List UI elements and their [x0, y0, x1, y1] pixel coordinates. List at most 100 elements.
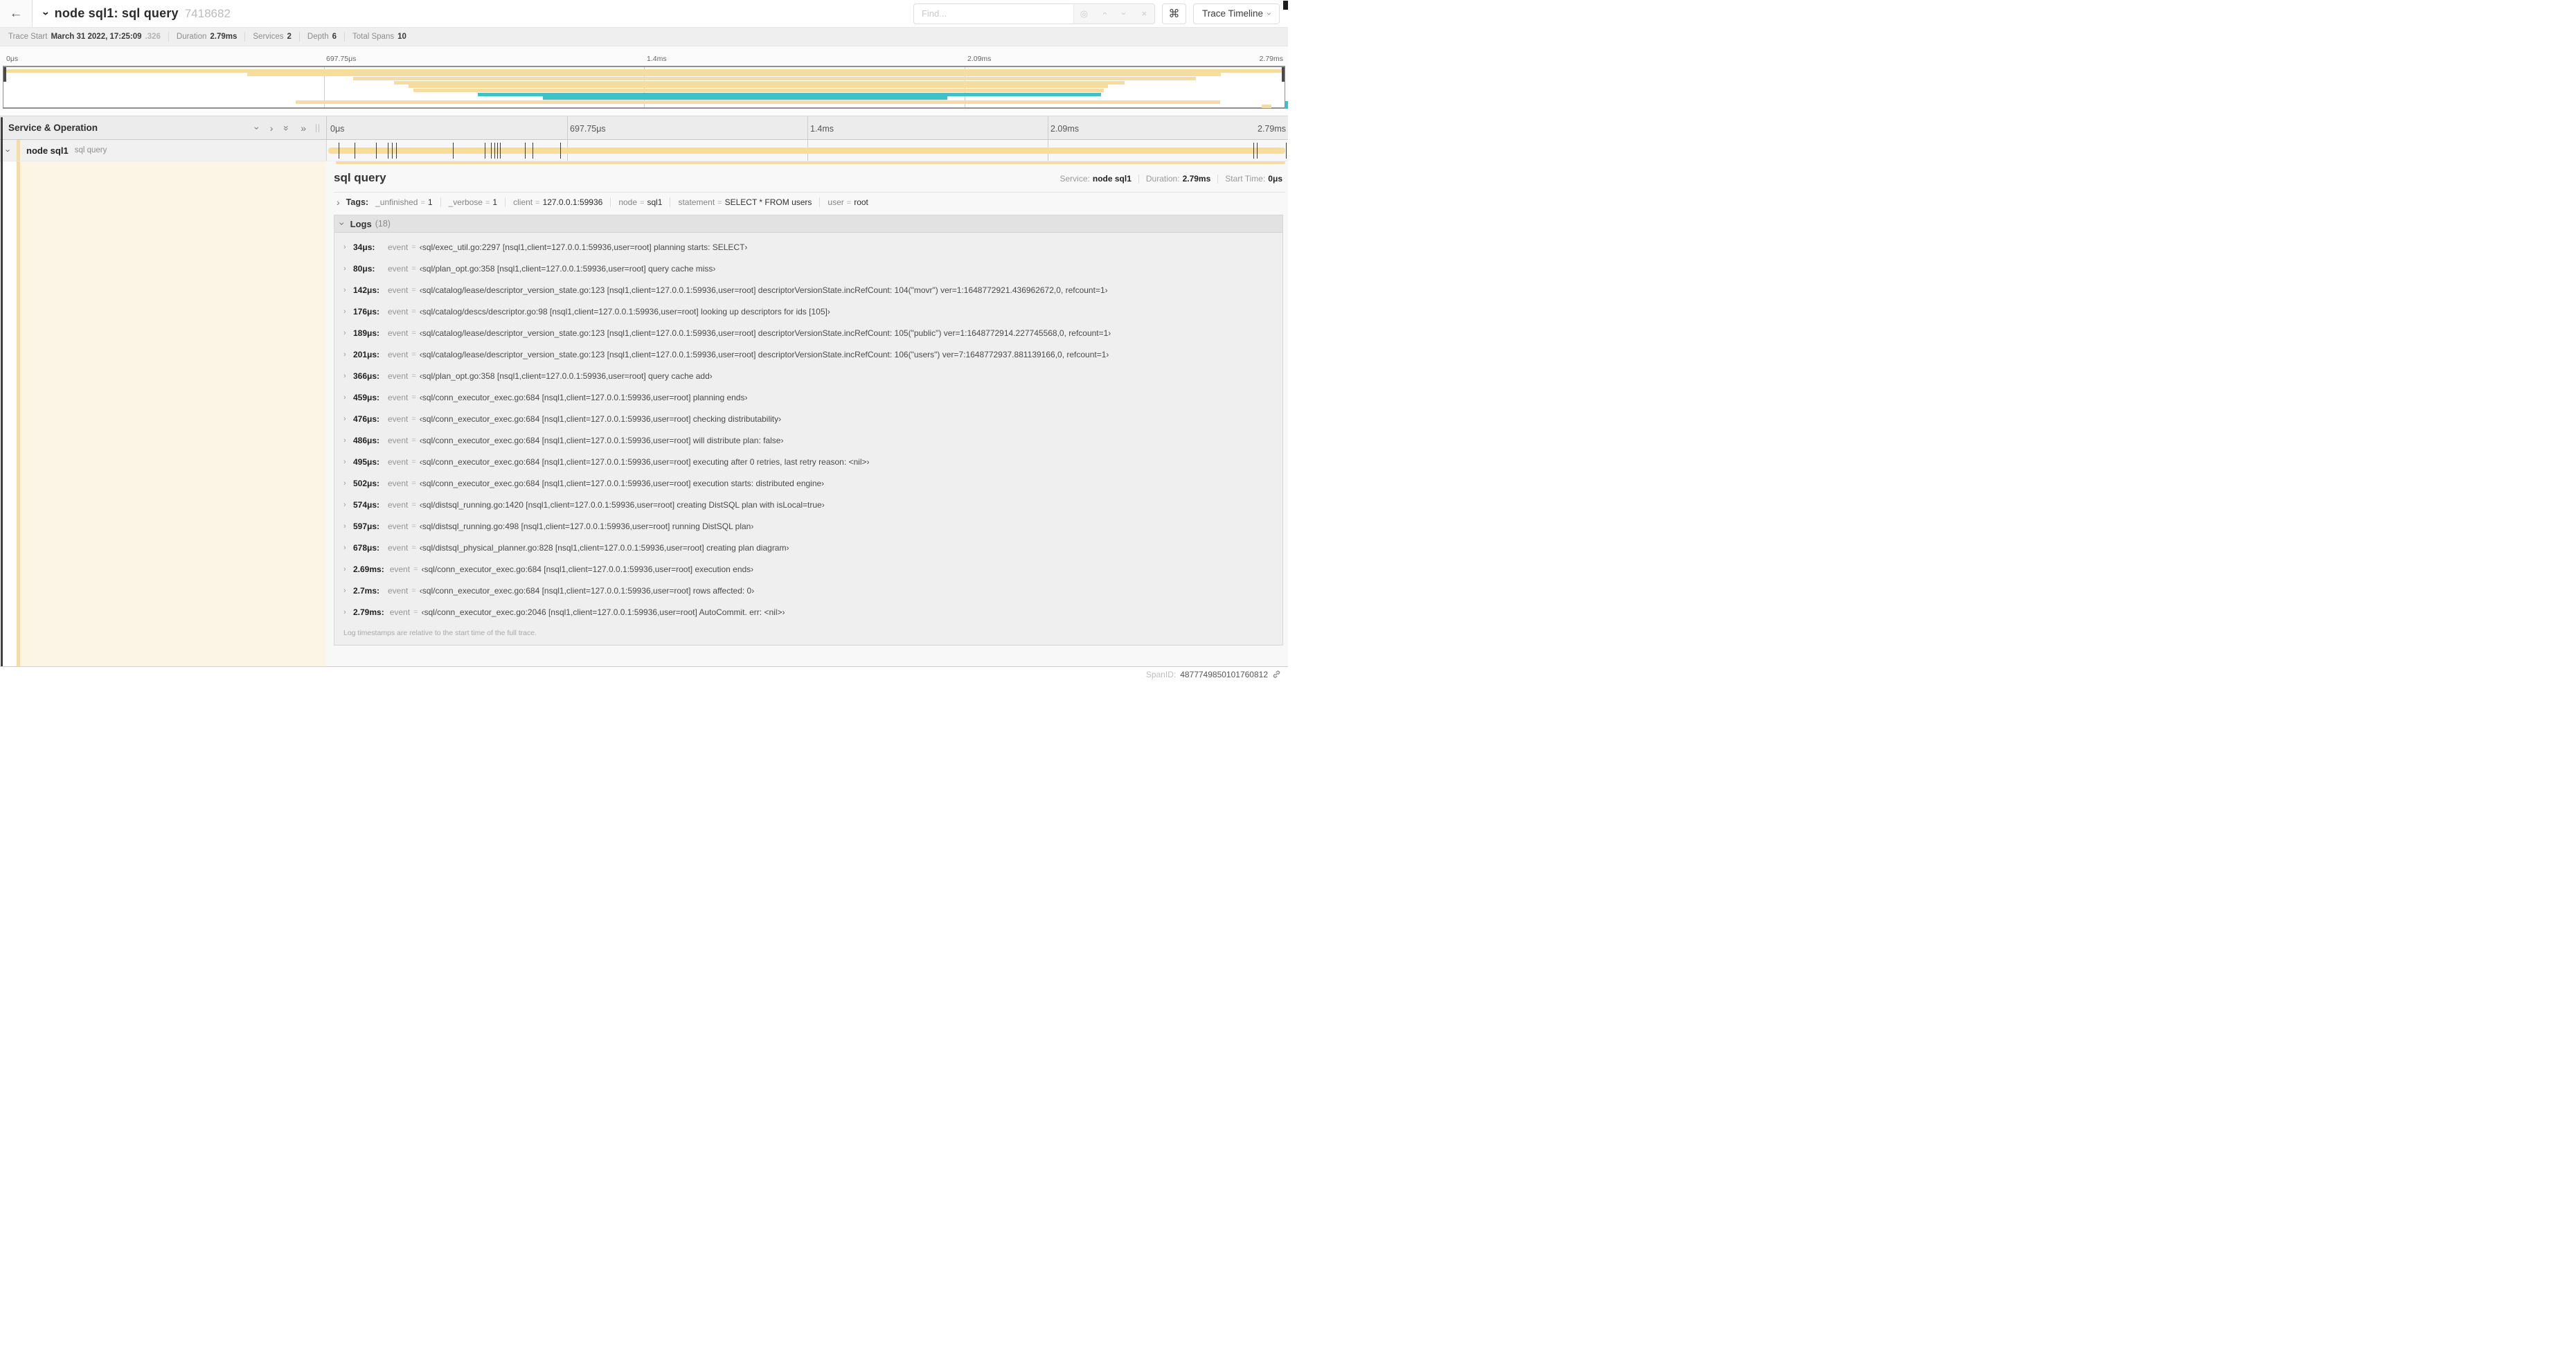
log-row[interactable]: › 574μs: event = ‹sql/distsql_running.go:142…	[334, 494, 1282, 515]
divider	[244, 32, 246, 42]
service-value: node sql1	[1092, 174, 1132, 184]
log-timestamp: 502μs:	[353, 478, 380, 488]
divider	[440, 197, 441, 207]
trace-summary-bar: Trace Start March 31 2022, 17:25:09.326 …	[0, 28, 1288, 46]
log-field-key: event	[388, 585, 409, 596]
logs-footnote: Log timestamps are relative to the start…	[343, 629, 537, 637]
log-row[interactable]: › 366μs: event = ‹sql/plan_opt.go:358 [nsql1…	[334, 365, 1282, 386]
tick-label: 2.79ms	[1259, 55, 1283, 63]
log-row[interactable]: › 486μs: event = ‹sql/conn_executor_exec.go:…	[334, 429, 1282, 451]
log-list: › 34μs: event = ‹sql/exec_util.go:2297 [nsql…	[334, 233, 1282, 623]
collapse-trace-chevron-icon[interactable]: ›	[39, 12, 53, 16]
footer-bar: SpanID: 4877749850101760812	[0, 666, 1288, 682]
log-timestamp: 495μs:	[353, 456, 380, 467]
divider	[344, 32, 345, 42]
log-field-key: event	[388, 542, 409, 553]
log-timestamp: 142μs:	[353, 285, 380, 295]
minimap-canvas[interactable]	[3, 66, 1285, 109]
minimap-span-bar	[542, 96, 948, 100]
viewport-left-handle[interactable]	[3, 67, 6, 82]
services-value: 2	[287, 33, 292, 41]
log-field-value: ‹sql/catalog/lease/descriptor_version_st…	[419, 349, 1109, 359]
log-marker-tick	[499, 143, 501, 159]
detail-header: sql query Service: node sql1 Duration: 2.7…	[334, 171, 1285, 185]
minimap-span-bar	[408, 84, 1108, 89]
divider	[1138, 174, 1139, 184]
collapse-all-icon[interactable]: ›	[251, 126, 262, 130]
log-row[interactable]: › 476μs: event = ‹sql/conn_executor_exec.go:…	[334, 408, 1282, 429]
log-field-value: ‹sql/conn_executor_exec.go:684 [nsql1,cl…	[419, 392, 748, 402]
log-row[interactable]: › 2.7ms: event = ‹sql/conn_executor_exec.go:…	[334, 580, 1282, 601]
log-chevron-icon: ›	[343, 285, 346, 294]
viewport-right-handle[interactable]	[1282, 67, 1285, 82]
log-marker-tick	[490, 143, 492, 159]
log-chevron-icon: ›	[343, 607, 346, 616]
log-row[interactable]: › 2.79ms: event = ‹sql/conn_executor_exec.go…	[334, 601, 1282, 623]
tags-accordion[interactable]: › Tags: _unfinished = 1 _verbose = 1 client = 12…	[334, 193, 1285, 211]
log-timestamp: 2.79ms:	[353, 607, 384, 617]
top-controls: ◎ › › × ⌘ Trace Timeline ›	[913, 3, 1288, 24]
find-input[interactable]	[913, 3, 1073, 24]
tag-item: client = 127.0.0.1:59936	[513, 197, 603, 207]
span-row-track[interactable]	[326, 140, 1288, 161]
log-marker-tick	[497, 143, 499, 159]
log-row[interactable]: › 142μs: event = ‹sql/catalog/lease/descript…	[334, 279, 1282, 301]
log-row[interactable]: › 34μs: event = ‹sql/exec_util.go:2297 [nsql…	[334, 236, 1282, 258]
log-timestamp: 459μs:	[353, 392, 380, 402]
log-row[interactable]: › 189μs: event = ‹sql/catalog/lease/descript…	[334, 322, 1282, 344]
log-row[interactable]: › 678μs: event = ‹sql/distsql_physical_plann…	[334, 537, 1282, 558]
log-marker-tick	[375, 143, 377, 159]
timeline-ruler: 0μs 697.75μs 1.4ms 2.09ms 2.79ms	[326, 116, 1288, 139]
log-timestamp: 176μs:	[353, 306, 380, 317]
tick-label: 2.09ms	[1050, 124, 1079, 134]
log-row[interactable]: › 502μs: event = ‹sql/conn_executor_exec.go:…	[334, 472, 1282, 494]
column-resize-grip[interactable]	[316, 123, 319, 132]
spanid-label: SpanID:	[1145, 669, 1177, 679]
log-field-key: event	[388, 263, 409, 274]
expand-one-icon[interactable]: ›	[270, 123, 274, 133]
detail-title: sql query	[334, 171, 386, 184]
minimap-span-bar	[1261, 104, 1272, 108]
log-row[interactable]: › 2.69ms: event = ‹sql/conn_executor_exec.go…	[334, 558, 1282, 580]
view-selector-button[interactable]: Trace Timeline ›	[1192, 3, 1280, 24]
log-field-key: event	[388, 349, 409, 359]
log-row[interactable]: › 459μs: event = ‹sql/conn_executor_exec.go:…	[334, 386, 1282, 408]
next-match-icon[interactable]: ›	[1119, 4, 1129, 24]
clear-find-icon[interactable]: ×	[1134, 8, 1154, 19]
log-chevron-icon: ›	[343, 500, 346, 509]
log-field-value: ‹sql/conn_executor_exec.go:684 [nsql1,cl…	[419, 585, 755, 596]
vertical-scrollbar[interactable]	[1, 117, 3, 676]
log-timestamp: 80μs:	[353, 263, 375, 274]
log-field-key: event	[388, 521, 409, 531]
expand-all-icon[interactable]: »	[301, 123, 306, 133]
span-collapse-chevron-icon[interactable]: ›	[3, 149, 14, 152]
logs-accordion-header[interactable]: › Logs (18)	[334, 215, 1282, 233]
log-field-key: event	[389, 564, 411, 574]
divider	[1217, 174, 1219, 184]
collapse-deep-icon[interactable]: »	[281, 125, 292, 131]
duration-value: 2.79ms	[1182, 174, 1211, 184]
log-row[interactable]: › 495μs: event = ‹sql/conn_executor_exec.go:…	[334, 451, 1282, 472]
tags-chevron-icon: ›	[337, 197, 340, 208]
span-row[interactable]: › node sql1 sql query	[0, 140, 1288, 161]
copy-link-icon[interactable]	[1272, 670, 1281, 679]
span-duration-bar[interactable]	[328, 148, 1285, 154]
view-selector-label: Trace Timeline	[1201, 8, 1263, 19]
minimap-span-bar	[353, 76, 1197, 80]
log-field-value: ‹sql/catalog/lease/descriptor_version_st…	[419, 285, 1108, 295]
log-row[interactable]: › 597μs: event = ‹sql/distsql_running.go:498…	[334, 515, 1282, 537]
log-field-value: ‹sql/catalog/lease/descriptor_version_st…	[419, 328, 1111, 338]
logs-count: (18)	[375, 219, 391, 229]
log-field-value: ‹sql/distsql_physical_planner.go:828 [ns…	[419, 542, 789, 553]
log-chevron-icon: ›	[343, 436, 346, 445]
log-field-key: event	[388, 413, 409, 424]
keyboard-shortcuts-button[interactable]: ⌘	[1161, 3, 1186, 24]
log-row[interactable]: › 176μs: event = ‹sql/catalog/descs/descript…	[334, 301, 1282, 322]
tag-item: _unfinished = 1	[375, 197, 433, 207]
log-chevron-icon: ›	[343, 586, 346, 595]
back-button[interactable]: ←	[0, 0, 33, 27]
prev-match-icon[interactable]: ›	[1099, 4, 1109, 24]
log-row[interactable]: › 201μs: event = ‹sql/catalog/lease/descript…	[334, 344, 1282, 365]
log-row[interactable]: › 80μs: event = ‹sql/plan_opt.go:358 [nsql1,…	[334, 258, 1282, 279]
focus-match-icon[interactable]: ◎	[1074, 8, 1094, 19]
